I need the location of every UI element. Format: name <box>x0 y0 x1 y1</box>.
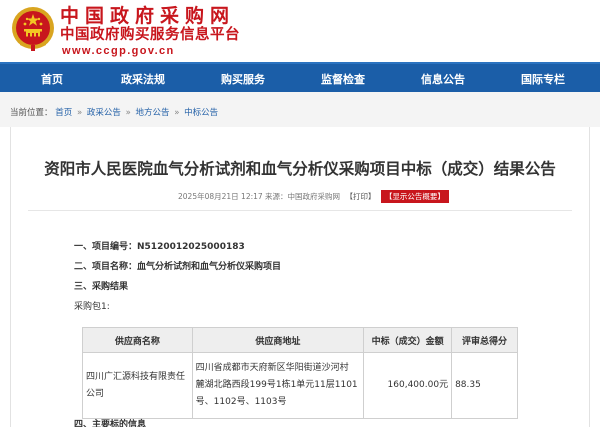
nav-item-supervision[interactable]: 监督检查 <box>321 71 365 87</box>
procurement-result-heading: 三、采购结果 <box>74 282 129 292</box>
site-name: 中国政府采购网 <box>60 5 236 27</box>
main-items-heading: 四、主要标的信息 <box>74 420 147 427</box>
result-table: 供应商名称 供应商地址 中标（成交）金额 评审总得分 四川广汇源科技有限责任 公… <box>82 327 518 419</box>
nav-item-announcements[interactable]: 信息公告 <box>421 71 465 87</box>
project-number-value: N5120012025000183 <box>137 242 245 252</box>
site-subtitle: 中国政府购买服务信息平台 <box>60 27 240 43</box>
breadcrumb-home[interactable]: 首页 <box>55 108 72 118</box>
header-supplier-address: 供应商地址 <box>191 327 365 353</box>
supplier-address-line: 麓湖北路西段199号1栋1单元11层1101 <box>195 380 358 390</box>
header-total-score: 评审总得分 <box>451 327 518 353</box>
project-number: 一、项目编号：N5120012025000183 <box>74 239 245 252</box>
print-link[interactable]: 【打印】 <box>345 192 375 201</box>
total-score-cell: 88.35 <box>451 352 518 419</box>
nav-item-purchase-services[interactable]: 购买服务 <box>221 71 265 87</box>
supplier-name-line: 四川广汇源科技有限责任 <box>86 371 186 382</box>
header-supplier-name: 供应商名称 <box>82 327 193 353</box>
nav-item-international[interactable]: 国际专栏 <box>521 71 565 87</box>
table-row: 四川广汇源科技有限责任 公司 四川省成都市天府新区华阳街道沙河村 麓湖北路西段1… <box>82 352 518 419</box>
notice-meta: 2025年08月21日 12:17 来源：中国政府采购网 【打印】 【显示公告概… <box>178 190 449 203</box>
breadcrumb-separator: » <box>125 108 131 118</box>
award-amount-cell: 160,400.00元 <box>363 352 453 419</box>
project-name: 二、项目名称：血气分析试剂和血气分析仪采购项目 <box>74 259 281 272</box>
breadcrumb-gov-announcements[interactable]: 政采公告 <box>87 108 121 118</box>
breadcrumb-award-announcements[interactable]: 中标公告 <box>184 108 218 118</box>
notice-date-source: 2025年08月21日 12:17 来源：中国政府采购网 <box>178 192 341 201</box>
project-number-label: 一、项目编号： <box>74 242 138 252</box>
supplier-name-cell: 四川广汇源科技有限责任 公司 <box>82 352 193 419</box>
breadcrumb: 当前位置： 首页 » 政采公告 » 地方公告 » 中标公告 <box>10 106 218 118</box>
breadcrumb-separator: » <box>174 108 180 118</box>
show-summary-button[interactable]: 【显示公告概要】 <box>380 190 449 203</box>
table-header-row: 供应商名称 供应商地址 中标（成交）金额 评审总得分 <box>82 327 518 353</box>
package-label: 采购包1: <box>74 302 110 312</box>
breadcrumb-label: 当前位置： <box>10 108 53 118</box>
supplier-address-line: 四川省成都市天府新区华阳街道沙河村 <box>195 363 349 373</box>
national-emblem-icon <box>12 7 54 51</box>
project-name-value: 血气分析试剂和血气分析仪采购项目 <box>137 262 282 272</box>
site-url: www.ccgp.gov.cn <box>62 45 175 57</box>
header-award-amount: 中标（成交）金额 <box>363 327 453 353</box>
site-header: 中国政府采购网 中国政府购买服务信息平台 www.ccgp.gov.cn <box>0 0 600 62</box>
supplier-address-line: 号、1102号、1103号 <box>195 397 287 407</box>
breadcrumb-separator: » <box>76 108 83 118</box>
breadcrumb-local-announcements[interactable]: 地方公告 <box>135 108 169 118</box>
supplier-name-line: 公司 <box>86 388 105 399</box>
divider <box>28 210 572 211</box>
nav-item-home[interactable]: 首页 <box>41 71 63 87</box>
notice-title: 资阳市人民医院血气分析试剂和血气分析仪采购项目中标（成交）结果公告 <box>44 160 556 178</box>
nav-item-regulations[interactable]: 政采法规 <box>121 71 165 87</box>
supplier-address-cell: 四川省成都市天府新区华阳街道沙河村 麓湖北路西段199号1栋1单元11层1101… <box>191 352 365 419</box>
project-name-label: 二、项目名称： <box>74 262 138 272</box>
main-nav: 首页 政采法规 购买服务 监督检查 信息公告 国际专栏 <box>0 62 600 92</box>
